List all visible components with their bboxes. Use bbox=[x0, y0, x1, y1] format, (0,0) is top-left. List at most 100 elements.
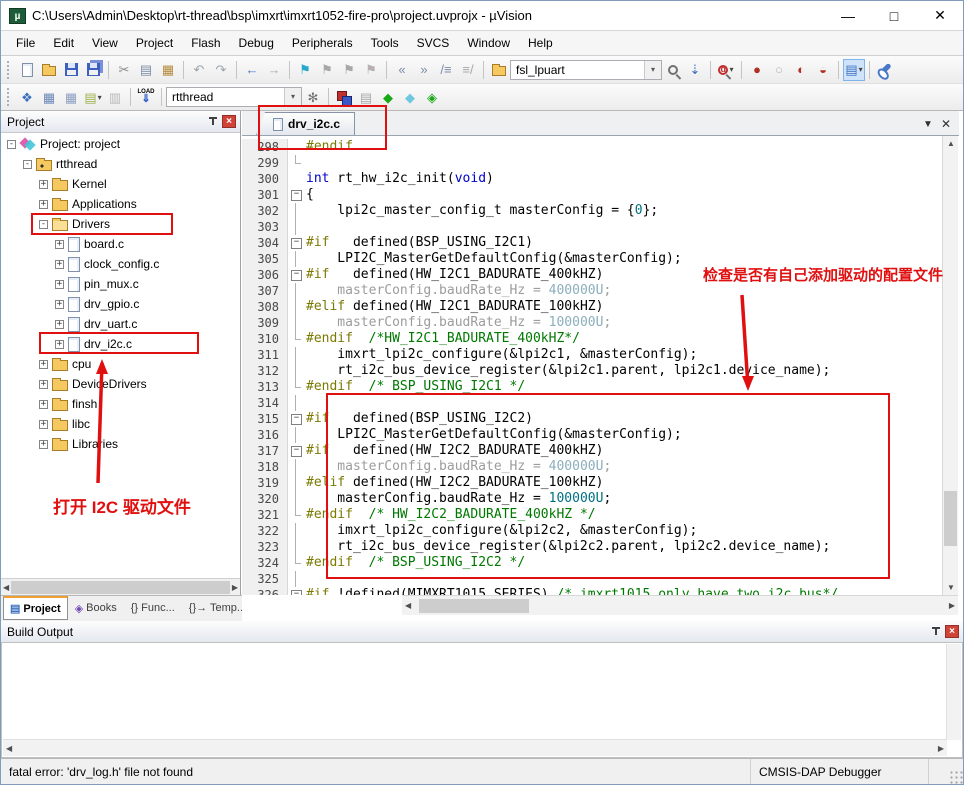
tree-item-cpu[interactable]: +cpu bbox=[1, 354, 240, 374]
tree-item-clock-config-c[interactable]: +clock_config.c bbox=[1, 254, 240, 274]
editor-area[interactable]: drv_i2c.c ▼ ✕ 298#endif299300int rt_hw_i… bbox=[242, 111, 959, 621]
expand-icon[interactable]: + bbox=[55, 260, 64, 269]
target-combo[interactable]: rtthread▾ bbox=[166, 87, 302, 107]
tree-item-drivers[interactable]: -Drivers bbox=[1, 214, 240, 234]
expand-icon[interactable]: + bbox=[39, 360, 48, 369]
build-button[interactable]: ▦ bbox=[38, 86, 60, 108]
pack-installer-button[interactable]: ◈ bbox=[421, 86, 443, 108]
build-output-hscrollbar[interactable]: ◀ ▶ bbox=[3, 739, 947, 756]
panel-tab-books[interactable]: ◈Books bbox=[68, 596, 124, 620]
breakpoint-disable-button[interactable]: ○ bbox=[768, 59, 790, 81]
menu-peripherals[interactable]: Peripherals bbox=[283, 33, 362, 53]
pin-icon[interactable] bbox=[931, 627, 941, 637]
redo-button[interactable]: ↷ bbox=[210, 59, 232, 81]
menu-window[interactable]: Window bbox=[458, 33, 519, 53]
scroll-left-icon[interactable]: ◀ bbox=[405, 601, 411, 610]
manage-project-items-button[interactable] bbox=[333, 86, 355, 108]
chevron-down-icon[interactable]: ▾ bbox=[644, 61, 661, 79]
fold-collapse-icon[interactable] bbox=[288, 443, 306, 459]
scroll-up-icon[interactable]: ▲ bbox=[947, 139, 955, 148]
fold-collapse-icon[interactable] bbox=[288, 235, 306, 251]
scroll-left-icon[interactable]: ◀ bbox=[6, 744, 12, 753]
breakpoint-disable-all-button[interactable]: ◐ bbox=[790, 59, 812, 81]
tree-item-finsh[interactable]: +finsh bbox=[1, 394, 240, 414]
window-layout-button[interactable]: ▤▾ bbox=[843, 59, 865, 81]
expand-icon[interactable]: + bbox=[39, 400, 48, 409]
tree-item-drv-gpio-c[interactable]: +drv_gpio.c bbox=[1, 294, 240, 314]
tab-drv-i2c[interactable]: drv_i2c.c bbox=[256, 112, 355, 135]
menu-file[interactable]: File bbox=[7, 33, 44, 53]
editor-vscrollbar[interactable]: ▲ ▼ bbox=[942, 136, 958, 595]
tree-item-rtthread[interactable]: -rtthread bbox=[1, 154, 240, 174]
scroll-thumb[interactable] bbox=[11, 581, 230, 594]
panel-tab-project[interactable]: ▤Project bbox=[3, 596, 68, 620]
next-bookmark-button[interactable]: ⚑ bbox=[338, 59, 360, 81]
fold-collapse-icon[interactable] bbox=[288, 187, 306, 203]
menu-flash[interactable]: Flash bbox=[182, 33, 229, 53]
editor-hscrollbar[interactable]: ◀ ▶ bbox=[402, 595, 958, 615]
build-output-content[interactable]: ◀ ▶ bbox=[1, 642, 963, 758]
expand-icon[interactable]: + bbox=[55, 240, 64, 249]
scroll-right-icon[interactable]: ▶ bbox=[938, 744, 944, 753]
collapse-icon[interactable]: - bbox=[23, 160, 32, 169]
expand-icon[interactable]: + bbox=[39, 380, 48, 389]
uncomment-button[interactable]: ≡/ bbox=[457, 59, 479, 81]
minimize-button[interactable]: — bbox=[825, 1, 871, 31]
incremental-find-button[interactable]: ⇣ bbox=[684, 59, 706, 81]
save-button[interactable] bbox=[60, 59, 82, 81]
nav-forward-button[interactable]: → bbox=[263, 59, 285, 81]
scroll-right-icon[interactable]: ▶ bbox=[949, 601, 955, 610]
tree-item-board-c[interactable]: +board.c bbox=[1, 234, 240, 254]
prev-bookmark-button[interactable]: ⚑ bbox=[316, 59, 338, 81]
bookmark-button[interactable]: ⚑ bbox=[294, 59, 316, 81]
unindent-button[interactable]: « bbox=[391, 59, 413, 81]
search-combo[interactable]: fsl_lpuart▾ bbox=[510, 60, 662, 80]
tree-item-drv-i2c-c[interactable]: +drv_i2c.c bbox=[1, 334, 240, 354]
translate-file-button[interactable]: ❖ bbox=[16, 86, 38, 108]
expand-icon[interactable]: + bbox=[39, 440, 48, 449]
tab-list-icon[interactable]: ▼ bbox=[923, 119, 933, 130]
comment-button[interactable]: /≡ bbox=[435, 59, 457, 81]
expand-icon[interactable]: + bbox=[55, 320, 64, 329]
build-output-vscrollbar[interactable] bbox=[946, 644, 961, 740]
configure-button[interactable] bbox=[874, 59, 896, 81]
file-extensions-button[interactable]: ▤ bbox=[355, 86, 377, 108]
indent-button[interactable]: » bbox=[413, 59, 435, 81]
close-button[interactable]: ✕ bbox=[917, 1, 963, 31]
expand-icon[interactable]: + bbox=[55, 300, 64, 309]
select-packs-button[interactable]: ◆ bbox=[399, 86, 421, 108]
tab-close-icon[interactable]: ✕ bbox=[941, 117, 951, 131]
undo-button[interactable]: ↶ bbox=[188, 59, 210, 81]
menu-tools[interactable]: Tools bbox=[362, 33, 408, 53]
expand-icon[interactable]: + bbox=[39, 180, 48, 189]
chevron-down-icon[interactable]: ▾ bbox=[284, 88, 301, 106]
expand-icon[interactable]: + bbox=[39, 420, 48, 429]
manage-rte-button[interactable]: ◆ bbox=[377, 86, 399, 108]
tree-item-kernel[interactable]: +Kernel bbox=[1, 174, 240, 194]
copy-button[interactable]: ▤ bbox=[135, 59, 157, 81]
menu-project[interactable]: Project bbox=[127, 33, 182, 53]
fold-collapse-icon[interactable] bbox=[288, 267, 306, 283]
panel-close-icon[interactable]: × bbox=[222, 115, 236, 128]
collapse-icon[interactable]: - bbox=[7, 140, 16, 149]
tree-item-devicedrivers[interactable]: +DeviceDrivers bbox=[1, 374, 240, 394]
find-button[interactable] bbox=[662, 59, 684, 81]
tree-item-libc[interactable]: +libc bbox=[1, 414, 240, 434]
fold-collapse-icon[interactable] bbox=[288, 411, 306, 427]
batch-build-button[interactable]: ▤▾ bbox=[82, 86, 104, 108]
tree-item-pin-mux-c[interactable]: +pin_mux.c bbox=[1, 274, 240, 294]
open-file-button[interactable] bbox=[38, 59, 60, 81]
menu-help[interactable]: Help bbox=[519, 33, 562, 53]
rebuild-button[interactable]: ▦ bbox=[60, 86, 82, 108]
collapse-icon[interactable]: - bbox=[39, 220, 48, 229]
tree-item-libraries[interactable]: +Libraries bbox=[1, 434, 240, 454]
breakpoint-button[interactable]: ● bbox=[746, 59, 768, 81]
expand-icon[interactable]: + bbox=[55, 340, 64, 349]
new-file-button[interactable] bbox=[16, 59, 38, 81]
tree-hscrollbar[interactable]: ◀ ▶ bbox=[1, 578, 240, 595]
stop-build-button[interactable]: ▥ bbox=[104, 86, 126, 108]
menu-debug[interactable]: Debug bbox=[230, 33, 283, 53]
menu-svcs[interactable]: SVCS bbox=[408, 33, 459, 53]
fold-collapse-icon[interactable] bbox=[288, 587, 306, 595]
scroll-right-icon[interactable]: ▶ bbox=[232, 583, 238, 592]
